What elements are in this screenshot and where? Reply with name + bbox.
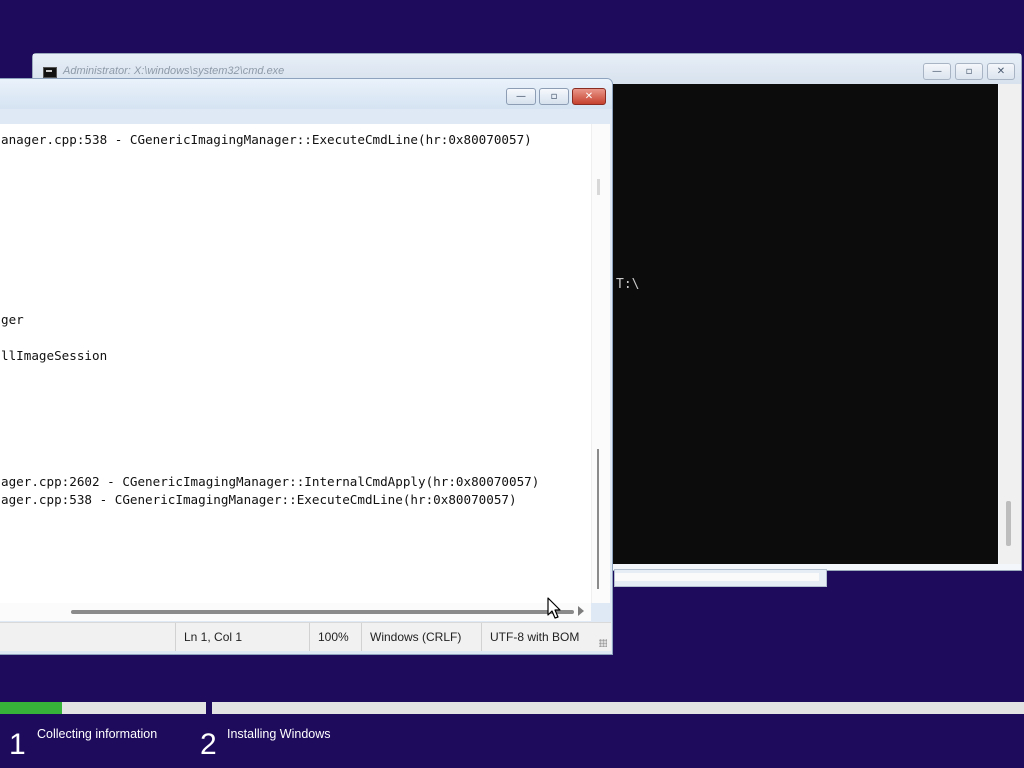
log-line: ager.cpp:2602 - CGenericImagingManager::… xyxy=(1,474,540,489)
notepad-window[interactable]: — ▫ ✕ anager.cpp:538 - CGenericImagingMa… xyxy=(0,78,613,655)
notepad-text-area[interactable]: anager.cpp:538 - CGenericImagingManager:… xyxy=(0,124,591,603)
log-line: llImageSession xyxy=(1,348,108,363)
notepad-horizontal-scrollbar[interactable] xyxy=(0,603,591,621)
line-ending: Windows (CRLF) xyxy=(361,623,472,651)
cmd-maximize-button[interactable]: ▫ xyxy=(955,63,983,80)
step-1-progress-fill xyxy=(0,702,62,714)
step-2-progress-track xyxy=(212,702,1024,714)
mouse-cursor-icon xyxy=(547,597,561,619)
cmd-console[interactable]: T:\ xyxy=(610,84,998,564)
step-1-label: Collecting information xyxy=(37,727,158,741)
notepad-vertical-scrollbar[interactable] xyxy=(591,124,610,603)
scroll-right-arrow-icon[interactable] xyxy=(578,606,584,616)
cmd-vertical-scrollbar[interactable] xyxy=(999,84,1021,564)
scrollbar-marker xyxy=(597,179,600,195)
notepad-status-bar: Ln 1, Col 1 100% Windows (CRLF) UTF-8 wi… xyxy=(0,622,611,651)
step-2-number: 2 xyxy=(200,728,217,761)
log-line: ger xyxy=(1,312,24,327)
cmd-window-title: Administrator: X:\windows\system32\cmd.e… xyxy=(63,65,285,77)
cmd-minimize-button[interactable]: — xyxy=(923,63,951,80)
background-window-edge xyxy=(614,569,827,587)
log-line: anager.cpp:538 - CGenericImagingManager:… xyxy=(1,132,532,147)
notepad-vertical-scrollbar-thumb[interactable] xyxy=(597,449,599,589)
console-icon xyxy=(43,67,57,78)
notepad-minimize-button[interactable]: — xyxy=(506,88,536,105)
resize-grip-icon[interactable] xyxy=(599,639,607,647)
cmd-scrollbar-thumb[interactable] xyxy=(1006,501,1011,546)
notepad-close-button[interactable]: ✕ xyxy=(572,88,606,105)
zoom-level: 100% xyxy=(309,623,360,651)
notepad-maximize-button[interactable]: ▫ xyxy=(539,88,569,105)
cursor-position: Ln 1, Col 1 xyxy=(175,623,308,651)
notepad-horizontal-scrollbar-thumb[interactable] xyxy=(71,610,574,614)
step-2-label: Installing Windows xyxy=(227,727,331,741)
log-line: ager.cpp:538 - CGenericImagingManager::E… xyxy=(1,492,517,507)
cmd-prompt-text: T:\ xyxy=(616,277,640,292)
cmd-close-button[interactable]: ✕ xyxy=(987,63,1015,80)
text-encoding: UTF-8 with BOM xyxy=(481,623,598,651)
setup-progress-bar xyxy=(0,702,1024,714)
step-1-number: 1 xyxy=(9,728,26,761)
notepad-titlebar[interactable]: — ▫ ✕ xyxy=(0,79,612,109)
step-1-progress-track xyxy=(0,702,206,714)
